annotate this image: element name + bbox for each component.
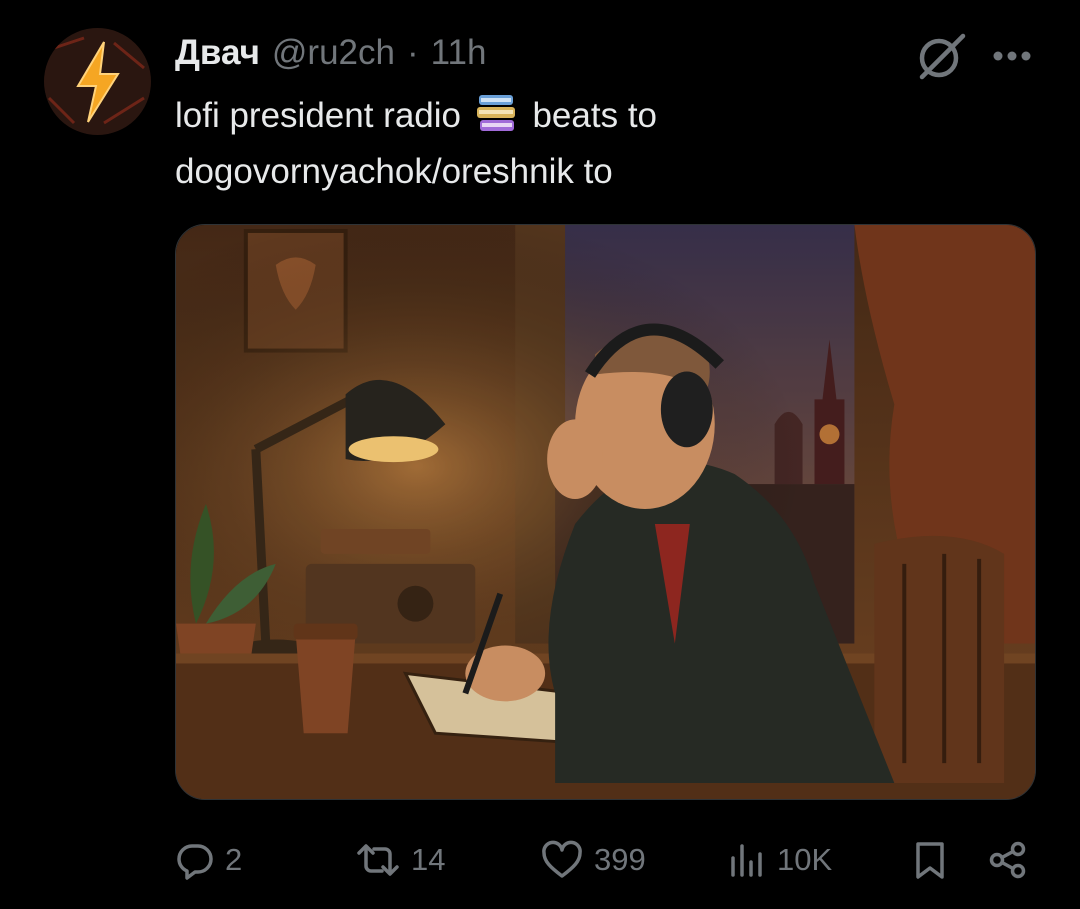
- more-options-icon[interactable]: [988, 38, 1036, 74]
- tweet-text: lofi president radio beats to dogovornya…: [175, 88, 1035, 200]
- reply-icon: [177, 844, 213, 880]
- avatar[interactable]: [44, 28, 151, 135]
- heart-icon: [542, 840, 582, 878]
- retweet-icon: [357, 844, 399, 876]
- action-bar: 2 14 399 10K: [0, 830, 1080, 890]
- tweet-text-part-2: beats to: [532, 96, 658, 135]
- books-emoji-icon: [475, 91, 519, 135]
- tweet-text-line-1: lofi president radio beats to: [175, 88, 1035, 144]
- separator-dot: ·: [407, 33, 419, 72]
- views-icon: [731, 844, 762, 877]
- photo-attachment[interactable]: [175, 224, 1036, 800]
- reply-count: 2: [225, 842, 243, 877]
- handle[interactable]: @ru2ch: [272, 30, 395, 76]
- grok-icon[interactable]: [913, 32, 969, 80]
- share-icon: [989, 841, 1026, 879]
- timestamp[interactable]: 11h: [431, 30, 487, 76]
- display-name[interactable]: Двач: [175, 30, 260, 76]
- tweet-text-part-1: lofi president radio: [175, 96, 461, 135]
- retweet-button[interactable]: 14: [355, 830, 445, 890]
- views-button[interactable]: 10K: [727, 830, 832, 890]
- share-button[interactable]: [988, 830, 1028, 890]
- reply-button[interactable]: 2: [175, 830, 242, 890]
- views-count: 10K: [777, 842, 833, 877]
- tweet-text-line-2: dogovornyachok/oreshnik to: [175, 152, 613, 191]
- bookmark-button[interactable]: [910, 830, 950, 890]
- tweet: Двач @ru2ch · 11h lofi president radio b…: [0, 0, 1080, 909]
- bookmark-icon: [916, 842, 944, 879]
- lightning-bolt-icon: [44, 28, 151, 135]
- retweet-count: 14: [411, 842, 446, 877]
- tweet-header: Двач @ru2ch · 11h: [175, 30, 486, 76]
- like-button[interactable]: 399: [540, 830, 646, 890]
- like-count: 399: [594, 842, 646, 877]
